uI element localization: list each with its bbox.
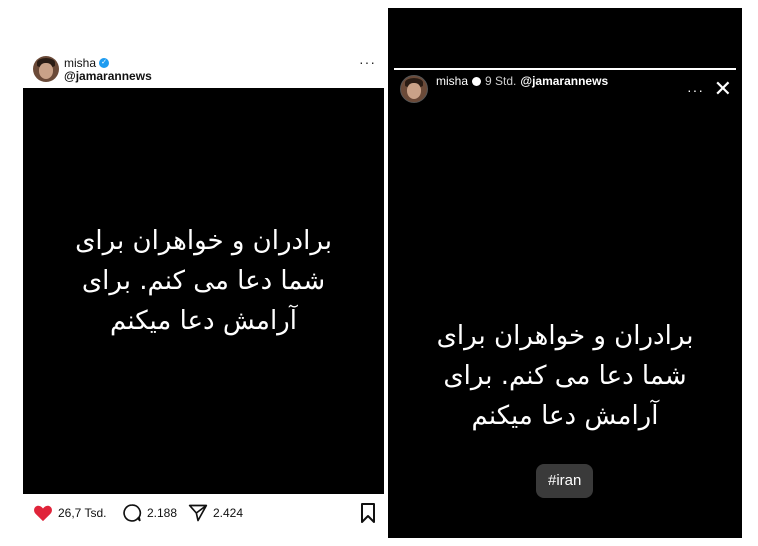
save-button[interactable] [360, 503, 376, 523]
comment-icon [123, 504, 142, 522]
post-image[interactable]: برادران و خواهران برای شما دعا می کنم. ب… [23, 88, 384, 494]
comment-button[interactable]: 2.188 [122, 504, 177, 522]
story-meta: misha 9 Std. @jamarannews [436, 74, 608, 88]
story-username[interactable]: misha [436, 74, 468, 88]
more-dots-icon[interactable]: ··· [687, 82, 704, 98]
like-count: 26,7 Tsd. [58, 506, 107, 520]
like-button[interactable]: 26,7 Tsd. [33, 504, 106, 522]
story-progress-fill [394, 68, 736, 70]
story-text: برادران و خواهران برای شما دعا می کنم. ب… [436, 321, 694, 431]
share-button[interactable]: 2.424 [188, 504, 243, 522]
story-viewer[interactable]: misha 9 Std. @jamarannews ··· ✕ برادران و … [388, 8, 742, 538]
feed-post: misha ✓ @jamarannews ··· برادران و خواهرا… [0, 0, 386, 546]
story-mention[interactable]: @jamarannews [520, 74, 608, 88]
story-time: 9 Std. [485, 74, 517, 88]
post-author[interactable]: misha ✓ @jamarannews [64, 56, 152, 83]
story-avatar[interactable] [400, 75, 428, 103]
avatar[interactable] [33, 56, 59, 82]
hashtag-sticker[interactable]: #iran [536, 464, 594, 498]
share-count: 2.424 [213, 506, 244, 520]
comment-count: 2.188 [147, 506, 178, 520]
story-progress-bar [394, 68, 736, 70]
post-image-text: برادران و خواهران برای شما دعا می کنم. ب… [75, 226, 332, 336]
more-dots-icon[interactable]: ··· [359, 54, 376, 70]
heart-icon [34, 505, 52, 522]
send-icon [188, 504, 208, 522]
verified-icon [472, 77, 482, 87]
post-actions: 26,7 Tsd. 2.188 2.424 [30, 500, 378, 526]
close-icon[interactable]: ✕ [714, 78, 732, 100]
bookmark-icon [361, 503, 375, 523]
verified-icon: ✓ [99, 57, 110, 68]
post-handle[interactable]: @jamarannews [64, 70, 152, 83]
story-header: misha 9 Std. @jamarannews ··· ✕ [398, 72, 734, 108]
post-header: misha ✓ @jamarannews ··· [30, 54, 378, 88]
post-username[interactable]: misha [64, 56, 96, 70]
